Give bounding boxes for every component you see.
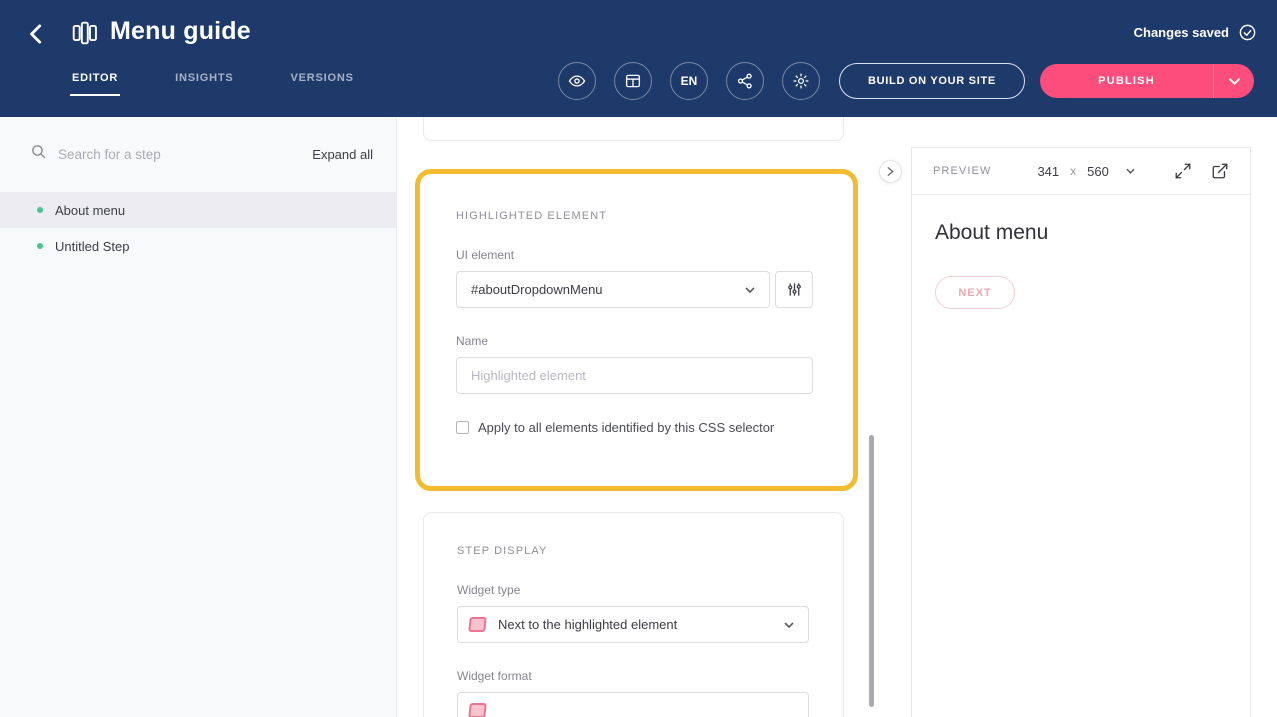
ui-element-label: UI element xyxy=(456,248,813,262)
language-button[interactable]: EN xyxy=(670,62,708,100)
expand-all-button[interactable]: Expand all xyxy=(312,147,373,162)
widget-format-icon xyxy=(468,703,487,717)
step-list: About menu Untitled Step xyxy=(0,192,396,264)
tab-versions[interactable]: VERSIONS xyxy=(289,72,356,96)
preview-eye-button[interactable] xyxy=(558,62,596,100)
build-on-your-site-button[interactable]: BUILD ON YOUR SITE xyxy=(839,63,1025,99)
widget-type-label: Widget type xyxy=(457,583,809,597)
tab-insights[interactable]: INSIGHTS xyxy=(173,72,235,96)
preview-header: PREVIEW 341 x 560 xyxy=(912,148,1250,195)
chevron-down-icon xyxy=(745,287,755,293)
step-status-dot xyxy=(37,243,43,249)
step-status-dot xyxy=(37,207,43,213)
step-item-untitled-step[interactable]: Untitled Step xyxy=(0,228,396,264)
header: Menu guide Changes saved EDITOR INSIGHTS… xyxy=(0,0,1277,117)
step-item-label: Untitled Step xyxy=(55,239,129,254)
widget-format-select[interactable] xyxy=(457,692,809,717)
chevron-down-icon xyxy=(1229,78,1240,85)
selector-settings-button[interactable] xyxy=(775,271,813,308)
highlighted-element-card: HIGHLIGHTED ELEMENT UI element #aboutDro… xyxy=(415,169,858,491)
settings-button[interactable] xyxy=(782,62,820,100)
search-icon xyxy=(30,143,47,165)
section-title: STEP DISPLAY xyxy=(457,545,809,557)
tab-editor[interactable]: EDITOR xyxy=(70,72,120,96)
apply-all-label: Apply to all elements identified by this… xyxy=(478,420,774,435)
changes-saved-status: Changes saved xyxy=(1134,23,1257,42)
preview-size-separator: x xyxy=(1070,164,1076,178)
chevron-down-icon xyxy=(784,622,794,628)
layout-icon xyxy=(624,72,642,90)
step-editor-panel: HIGHLIGHTED ELEMENT UI element #aboutDro… xyxy=(398,117,876,717)
preview-next-button[interactable]: NEXT xyxy=(935,276,1015,309)
changes-saved-label: Changes saved xyxy=(1134,25,1229,40)
expand-icon xyxy=(1174,162,1192,180)
widget-type-icon xyxy=(468,617,487,632)
guide-logo-icon xyxy=(71,20,97,46)
ui-element-row: #aboutDropdownMenu xyxy=(456,271,813,308)
name-label: Name xyxy=(456,334,813,348)
preview-height-value: 560 xyxy=(1087,164,1109,179)
collapse-preview-button[interactable] xyxy=(879,160,902,183)
apply-all-row: Apply to all elements identified by this… xyxy=(456,420,813,435)
publish-button-group: PUBLISH xyxy=(1040,64,1254,98)
widget-type-select[interactable]: Next to the highlighted element xyxy=(457,606,809,643)
back-button[interactable] xyxy=(24,21,50,47)
eye-icon xyxy=(568,72,586,90)
layout-button[interactable] xyxy=(614,62,652,100)
publish-button[interactable]: PUBLISH xyxy=(1040,64,1213,98)
preview-open-external-button[interactable] xyxy=(1211,162,1229,180)
sliders-icon xyxy=(786,281,803,298)
step-display-card: STEP DISPLAY Widget type Next to the hig… xyxy=(423,512,844,717)
gear-icon xyxy=(792,72,810,90)
preview-step-title: About menu xyxy=(935,221,1227,245)
chevron-right-icon xyxy=(886,167,895,176)
preview-fullscreen-button[interactable] xyxy=(1174,162,1192,180)
widget-type-value: Next to the highlighted element xyxy=(498,617,772,632)
check-circle-icon xyxy=(1238,23,1257,42)
publish-dropdown-button[interactable] xyxy=(1213,64,1254,98)
preview-panel: PREVIEW 341 x 560 About menu NEXT xyxy=(911,147,1251,717)
preview-title: PREVIEW xyxy=(933,165,991,177)
previous-settings-card-partial xyxy=(423,117,844,141)
share-icon xyxy=(736,72,754,90)
preview-body: About menu NEXT xyxy=(912,195,1250,335)
element-name-input[interactable] xyxy=(456,357,813,394)
step-search-row: Expand all xyxy=(0,117,396,165)
step-item-label: About menu xyxy=(55,203,125,218)
ui-element-select[interactable]: #aboutDropdownMenu xyxy=(456,271,770,308)
editor-scrollbar-thumb[interactable] xyxy=(869,435,874,707)
chevron-left-icon xyxy=(24,21,50,47)
chevron-down-icon xyxy=(1126,168,1135,174)
header-icon-buttons: EN xyxy=(558,62,820,100)
share-button[interactable] xyxy=(726,62,764,100)
widget-format-label: Widget format xyxy=(457,669,809,683)
external-link-icon xyxy=(1211,162,1229,180)
preview-size-dropdown[interactable]: 341 x 560 xyxy=(1037,164,1134,179)
app: Menu guide Changes saved EDITOR INSIGHTS… xyxy=(0,0,1277,717)
step-search-input[interactable] xyxy=(58,147,301,162)
ui-element-value: #aboutDropdownMenu xyxy=(471,282,603,297)
page-title: Menu guide xyxy=(110,17,251,46)
preview-width-value: 341 xyxy=(1037,164,1059,179)
step-item-about-menu[interactable]: About menu xyxy=(0,192,396,228)
apply-all-checkbox[interactable] xyxy=(456,421,469,434)
steps-sidebar: Expand all About menu Untitled Step xyxy=(0,117,397,717)
preview-actions xyxy=(1174,162,1229,180)
section-title: HIGHLIGHTED ELEMENT xyxy=(456,210,813,222)
header-tabs: EDITOR INSIGHTS VERSIONS xyxy=(70,72,356,96)
